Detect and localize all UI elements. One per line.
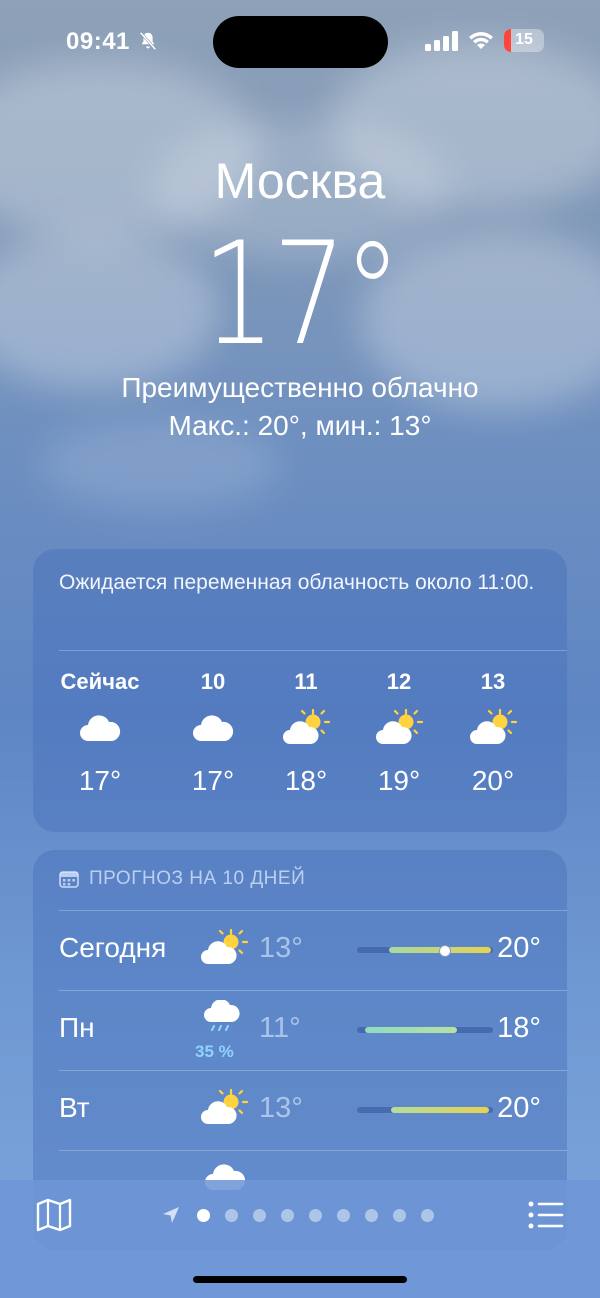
list-icon[interactable] <box>528 1200 564 1230</box>
hourly-summary: Ожидается переменная облачность около 11… <box>59 571 535 594</box>
wifi-icon <box>469 32 493 49</box>
partly-sunny-icon <box>256 699 356 757</box>
partly-sunny-icon <box>201 1088 249 1124</box>
hour-temp: 19° <box>377 765 421 796</box>
high-temp: 20° <box>497 1092 541 1124</box>
cloud-icon <box>50 699 150 757</box>
current-temperature: 17° <box>201 212 402 377</box>
page-dot[interactable] <box>365 1208 378 1222</box>
low-temp: 11° <box>259 1012 301 1044</box>
dynamic-island <box>213 16 388 68</box>
hour-temp: 17° <box>191 765 235 796</box>
hour-label: Сейчас <box>60 669 140 694</box>
rain-cloud-icon <box>204 1000 240 1032</box>
hour-item: 13 20° <box>443 669 543 797</box>
home-indicator <box>193 1276 407 1283</box>
high-temp: 18° <box>497 1012 541 1044</box>
high-temp: 20° <box>497 932 541 964</box>
page-dot[interactable] <box>421 1208 434 1222</box>
temperature-range-bar <box>357 1027 493 1033</box>
hour-temp: 18° <box>284 765 328 796</box>
page-dot[interactable] <box>197 1208 210 1222</box>
page-dot[interactable] <box>309 1208 322 1222</box>
hour-item: 10 17° <box>163 669 263 797</box>
page-indicator[interactable] <box>162 1206 434 1224</box>
page-dot[interactable] <box>393 1208 406 1222</box>
partly-sunny-icon <box>201 928 249 964</box>
clock: 09:41 <box>66 28 130 55</box>
battery-level: 15 <box>515 31 533 48</box>
page-dot[interactable] <box>281 1208 294 1222</box>
day-row[interactable]: Вт 13° 20° <box>59 1070 541 1150</box>
high-low-text: Макс.: 20°, мин.: 13° <box>168 410 432 441</box>
precip-chance: 35 % <box>195 1042 234 1061</box>
current-temp-marker <box>439 945 451 957</box>
partly-sunny-icon <box>349 699 449 757</box>
page-dot[interactable] <box>225 1208 238 1222</box>
partly-sunny-icon <box>443 699 543 757</box>
calendar-icon <box>59 871 79 888</box>
day-row[interactable]: Пн 35 % 11° 18° <box>59 990 541 1070</box>
cloud-icon <box>163 699 263 757</box>
ten-day-title: ПРОГНОЗ НА 10 ДНЕЙ <box>89 868 306 889</box>
day-label: Вт <box>59 1092 90 1123</box>
divider <box>59 650 567 651</box>
hour-label: 13 <box>480 669 506 694</box>
condition-text: Преимущественно облачно <box>121 372 479 403</box>
silent-bell-icon <box>139 31 157 51</box>
hour-label: 12 <box>386 669 412 694</box>
battery-icon: 15 <box>504 29 544 52</box>
hourly-forecast-card[interactable]: Ожидается переменная облачность около 11… <box>33 549 567 832</box>
ten-day-header: ПРОГНОЗ НА 10 ДНЕЙ <box>59 868 305 890</box>
page-dot[interactable] <box>337 1208 350 1222</box>
location-arrow-icon <box>163 1207 179 1223</box>
status-bar: 09:41 15 <box>0 0 600 80</box>
hour-label: 11 <box>294 669 318 694</box>
hour-item: 12 19° <box>349 669 449 797</box>
hour-temp: 17° <box>78 765 122 796</box>
hour-temp: 20° <box>471 765 515 796</box>
city-name: Москва <box>214 153 386 209</box>
hour-item: 11 18° <box>256 669 356 797</box>
day-row[interactable]: Сегодня 13° 20° <box>59 910 541 990</box>
hour-item: Сейчас 17° <box>50 669 150 797</box>
low-temp: 13° <box>259 932 303 964</box>
day-label: Пн <box>59 1012 95 1043</box>
day-label: Сегодня <box>59 932 167 963</box>
divider <box>59 1150 567 1151</box>
page-dot[interactable] <box>253 1208 266 1222</box>
cellular-signal-icon <box>425 31 458 51</box>
temperature-range-bar <box>357 945 493 957</box>
temperature-range-bar <box>357 1107 493 1113</box>
map-icon[interactable] <box>36 1198 72 1232</box>
low-temp: 13° <box>259 1092 303 1124</box>
hour-label: 10 <box>200 669 226 694</box>
